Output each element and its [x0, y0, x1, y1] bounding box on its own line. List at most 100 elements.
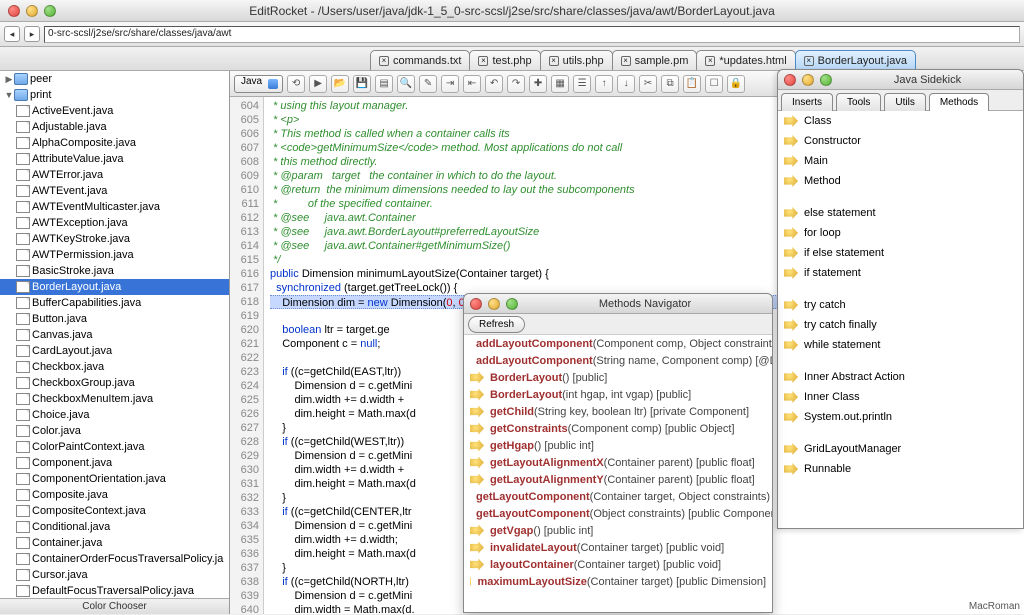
method-item[interactable]: invalidateLayout(Container target) [publ… — [464, 539, 772, 556]
method-item[interactable]: addLayoutComponent(String name, Componen… — [464, 352, 772, 369]
sidekick-item[interactable]: GridLayoutManager — [778, 439, 1023, 459]
sidekick-item[interactable]: while statement — [778, 335, 1023, 355]
tool-chart-icon[interactable]: ▤ — [375, 75, 393, 93]
tab-close-icon[interactable]: × — [621, 56, 631, 66]
tool-outdent-icon[interactable]: ⇤ — [463, 75, 481, 93]
tool-nav-icon[interactable]: ⟲ — [287, 75, 305, 93]
sidekick-item[interactable]: if else statement — [778, 243, 1023, 263]
method-item[interactable]: getLayoutComponent(Object constraints) [… — [464, 505, 772, 522]
tool-indent-icon[interactable]: ⇥ — [441, 75, 459, 93]
tree-file[interactable]: DefaultFocusTraversalPolicy.java — [0, 583, 229, 598]
file-tree[interactable]: ▶peer▼printActiveEvent.javaAdjustable.ja… — [0, 71, 229, 598]
method-item[interactable]: maximumLayoutSize(Container target) [pub… — [464, 573, 772, 590]
sidekick-tab[interactable]: Inserts — [781, 93, 833, 111]
tool-paste-icon[interactable]: 📋 — [683, 75, 701, 93]
tab-close-icon[interactable]: × — [478, 56, 488, 66]
sidekick-item[interactable]: Constructor — [778, 131, 1023, 151]
method-item[interactable]: getVgap() [public int] — [464, 522, 772, 539]
tree-file[interactable]: AlphaComposite.java — [0, 135, 229, 151]
tree-file[interactable]: BorderLayout.java — [0, 279, 229, 295]
tree-file[interactable]: AWTPermission.java — [0, 247, 229, 263]
sidekick-close-icon[interactable] — [784, 74, 796, 86]
tree-file[interactable]: Conditional.java — [0, 519, 229, 535]
tool-grid-icon[interactable]: ▦ — [551, 75, 569, 93]
sidekick-item[interactable]: Runnable — [778, 459, 1023, 479]
refresh-button[interactable]: Refresh — [468, 316, 525, 333]
method-item[interactable]: getLayoutAlignmentY(Container parent) [p… — [464, 471, 772, 488]
sidekick-item[interactable]: if statement — [778, 263, 1023, 283]
tree-file[interactable]: CardLayout.java — [0, 343, 229, 359]
sidekick-item[interactable]: try catch — [778, 295, 1023, 315]
doc-tab[interactable]: ×commands.txt — [370, 50, 470, 70]
tree-file[interactable]: Canvas.java — [0, 327, 229, 343]
tool-wand-icon[interactable]: ✎ — [419, 75, 437, 93]
tree-file[interactable]: AWTKeyStroke.java — [0, 231, 229, 247]
tool-redo-icon[interactable]: ↷ — [507, 75, 525, 93]
language-select[interactable]: Java — [234, 75, 283, 93]
tool-up-icon[interactable]: ↑ — [595, 75, 613, 93]
tree-file[interactable]: AWTError.java — [0, 167, 229, 183]
methods-min-icon[interactable] — [488, 298, 500, 310]
path-input[interactable]: 0-src-scsl/j2se/src/share/classes/java/a… — [44, 26, 1020, 43]
tree-file[interactable]: Container.java — [0, 535, 229, 551]
tree-file[interactable]: BufferCapabilities.java — [0, 295, 229, 311]
tool-print-icon[interactable]: ☐ — [705, 75, 723, 93]
tab-close-icon[interactable]: × — [549, 56, 559, 66]
doc-tab[interactable]: ×utils.php — [540, 50, 613, 70]
method-item[interactable]: getLayoutComponent(Container target, Obj… — [464, 488, 772, 505]
sidekick-item[interactable]: Main — [778, 151, 1023, 171]
sidekick-item[interactable]: Method — [778, 171, 1023, 191]
sidekick-item[interactable]: for loop — [778, 223, 1023, 243]
tree-file[interactable]: BasicStroke.java — [0, 263, 229, 279]
sidekick-item[interactable]: Inner Class — [778, 387, 1023, 407]
tree-file[interactable]: CompositeContext.java — [0, 503, 229, 519]
tree-file[interactable]: Component.java — [0, 455, 229, 471]
tree-file[interactable]: Cursor.java — [0, 567, 229, 583]
sidekick-min-icon[interactable] — [802, 74, 814, 86]
path-back-button[interactable]: ◂ — [4, 26, 20, 42]
sidekick-item[interactable]: System.out.println — [778, 407, 1023, 427]
tool-run-icon[interactable]: ▶ — [309, 75, 327, 93]
tree-file[interactable]: AWTException.java — [0, 215, 229, 231]
sidekick-item[interactable]: else statement — [778, 203, 1023, 223]
tree-file[interactable]: Checkbox.java — [0, 359, 229, 375]
tab-close-icon[interactable]: × — [705, 56, 715, 66]
sidekick-item[interactable]: Class — [778, 111, 1023, 131]
tree-file[interactable]: ActiveEvent.java — [0, 103, 229, 119]
tab-close-icon[interactable]: × — [804, 56, 814, 66]
method-item[interactable]: layoutContainer(Container target) [publi… — [464, 556, 772, 573]
tree-file[interactable]: AWTEvent.java — [0, 183, 229, 199]
sidekick-list[interactable]: ClassConstructorMainMethod else statement… — [778, 111, 1023, 528]
tool-list-icon[interactable]: ☰ — [573, 75, 591, 93]
doc-tab[interactable]: ×BorderLayout.java — [795, 50, 916, 70]
sidekick-item[interactable]: try catch finally — [778, 315, 1023, 335]
tree-folder[interactable]: ▼print — [0, 87, 229, 103]
tool-search-icon[interactable]: 🔍 — [397, 75, 415, 93]
method-item[interactable]: getChild(String key, boolean ltr) [priva… — [464, 403, 772, 420]
color-chooser-panel[interactable]: Color Chooser — [0, 598, 229, 614]
tree-file[interactable]: ColorPaintContext.java — [0, 439, 229, 455]
tree-file[interactable]: ContainerOrderFocusTraversalPolicy.ja — [0, 551, 229, 567]
path-fwd-button[interactable]: ▸ — [24, 26, 40, 42]
method-item[interactable]: getLayoutAlignmentX(Container parent) [p… — [464, 454, 772, 471]
tool-undo-icon[interactable]: ↶ — [485, 75, 503, 93]
tree-file[interactable]: AttributeValue.java — [0, 151, 229, 167]
sidekick-zoom-icon[interactable] — [820, 74, 832, 86]
tree-file[interactable]: Button.java — [0, 311, 229, 327]
tree-file[interactable]: ComponentOrientation.java — [0, 471, 229, 487]
method-item[interactable]: addLayoutComponent(Component comp, Objec… — [464, 335, 772, 352]
method-item[interactable]: getConstraints(Component comp) [public O… — [464, 420, 772, 437]
method-item[interactable]: BorderLayout() [public] — [464, 369, 772, 386]
tool-down-icon[interactable]: ↓ — [617, 75, 635, 93]
sidekick-tab[interactable]: Utils — [884, 93, 925, 111]
tool-open-icon[interactable]: 📂 — [331, 75, 349, 93]
tree-file[interactable]: Composite.java — [0, 487, 229, 503]
sidekick-tab[interactable]: Methods — [929, 93, 989, 111]
method-item[interactable]: BorderLayout(int hgap, int vgap) [public… — [464, 386, 772, 403]
tree-file[interactable]: AWTEventMulticaster.java — [0, 199, 229, 215]
tree-file[interactable]: CheckboxMenuItem.java — [0, 391, 229, 407]
doc-tab[interactable]: ×test.php — [469, 50, 540, 70]
sidekick-item[interactable]: Inner Abstract Action — [778, 367, 1023, 387]
tree-file[interactable]: Choice.java — [0, 407, 229, 423]
doc-tab[interactable]: ×sample.pm — [612, 50, 698, 70]
